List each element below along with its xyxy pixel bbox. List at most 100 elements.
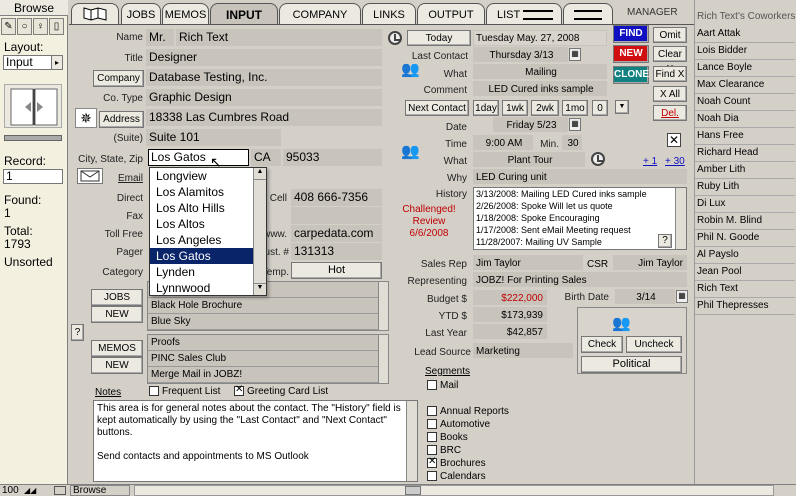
history-box[interactable]: 3/13/2008: Mailing LED Cured inks sample…	[473, 187, 687, 250]
coworker-item[interactable]: Ruby Lith	[695, 179, 795, 196]
city-option-selected[interactable]: Los Gatos	[150, 248, 266, 264]
offset-zero[interactable]: 0	[592, 100, 608, 116]
horizontal-scrollbar[interactable]	[134, 485, 774, 496]
segment-item[interactable]: Automotive	[427, 419, 557, 432]
scroll-down-icon[interactable]: ▼	[254, 283, 266, 295]
checkbox[interactable]	[149, 386, 159, 397]
checkbox[interactable]	[427, 432, 437, 443]
tab-output[interactable]: OUTPUT	[417, 3, 485, 24]
zip-field[interactable]: 95033	[283, 149, 382, 166]
clear-x-button[interactable]: Clear X	[653, 46, 687, 75]
date-field[interactable]: Friday 5/23	[493, 117, 568, 132]
tab-memos[interactable]: MEMOS	[162, 3, 209, 24]
city-dropdown[interactable]: Longview Los Alamitos Los Alto Hills Los…	[149, 167, 267, 296]
segment-item[interactable]: Calendars	[427, 471, 557, 482]
jobs-scrollbar[interactable]	[378, 282, 388, 330]
find-x-button[interactable]: Find X	[653, 66, 687, 82]
temp-value[interactable]: Hot	[291, 262, 382, 279]
ytd-field[interactable]: $173,939	[473, 307, 547, 322]
checkbox[interactable]	[234, 384, 244, 397]
cell-field[interactable]: 408 666-7356	[291, 189, 382, 206]
x-all-button[interactable]: X All	[653, 86, 687, 102]
coworker-item[interactable]: Lois Bidder	[695, 43, 795, 60]
dropdown-scrollbar[interactable]: ▲ ▼	[253, 168, 266, 295]
coworker-item[interactable]: Amber Lith	[695, 162, 795, 179]
tab-company[interactable]: COMPANY	[279, 3, 361, 24]
company-field[interactable]: Database Testing, Inc.	[146, 69, 382, 86]
title-field[interactable]: Designer	[146, 49, 382, 66]
checkbox[interactable]	[427, 406, 437, 417]
company-button[interactable]: Company	[93, 70, 144, 87]
uncheck-button[interactable]: Uncheck	[626, 336, 682, 353]
memos-button[interactable]: MEMOS	[91, 340, 143, 357]
clock-icon[interactable]	[591, 152, 605, 166]
calendar-icon[interactable]: ▦	[676, 290, 688, 303]
suite-field[interactable]: Suite 101	[146, 129, 281, 146]
scroll-up-icon[interactable]: ▲	[254, 168, 266, 180]
city-field[interactable]: Los Gatos	[148, 149, 249, 166]
what-last-field[interactable]: Mailing	[473, 64, 607, 79]
list-item[interactable]: PINC Sales Club	[148, 351, 378, 367]
min-field[interactable]: 30	[562, 135, 582, 150]
list-item[interactable]: Proofs	[148, 335, 378, 351]
cust-field[interactable]: 131313	[291, 243, 382, 260]
tab-list[interactable]: LIST	[486, 3, 562, 24]
segment-item[interactable]: BRC	[427, 445, 557, 458]
coworker-item[interactable]: Aart Attak	[695, 26, 795, 43]
pencil-icon[interactable]: ✎	[1, 18, 16, 35]
city-option[interactable]: Longview	[150, 168, 266, 184]
book-icon[interactable]	[4, 84, 62, 128]
check-button[interactable]: Check	[581, 336, 623, 353]
prefix-field[interactable]: Mr.	[146, 29, 174, 46]
notes-scrollbar[interactable]	[406, 401, 417, 481]
city-option[interactable]: Lynnwood	[150, 280, 266, 296]
political-button[interactable]: Political	[581, 356, 682, 373]
envelope-icon[interactable]	[77, 168, 103, 184]
record-slider[interactable]	[4, 135, 62, 141]
checkbox[interactable]	[427, 380, 437, 391]
segment-item[interactable]: Annual Reports	[427, 406, 557, 419]
coworker-item[interactable]: Lance Boyle	[695, 60, 795, 77]
city-option[interactable]: Los Altos	[150, 216, 266, 232]
bulb-icon[interactable]: ♀	[33, 18, 48, 35]
close-icon[interactable]: ✕	[667, 133, 681, 147]
offset-1wk[interactable]: 1wk	[502, 100, 528, 116]
segment-mail[interactable]: Mail	[427, 380, 458, 391]
menu-icon-tab[interactable]	[563, 3, 613, 24]
today-button[interactable]: Today	[407, 30, 471, 46]
calendar-icon[interactable]: ▦	[569, 48, 581, 61]
checkbox[interactable]	[427, 419, 437, 430]
notes-textarea[interactable]: This area is for general notes about the…	[93, 400, 418, 482]
coworker-item[interactable]: Richard Head	[695, 145, 795, 162]
representing-field[interactable]: JOBZ! For Printing Sales	[473, 272, 687, 287]
offset-2wk[interactable]: 2wk	[531, 100, 559, 116]
coworker-item[interactable]: Di Lux	[695, 196, 795, 213]
tab-links[interactable]: LINKS	[362, 3, 416, 24]
plus-one-link[interactable]: + 1	[643, 156, 657, 167]
sales-rep-field[interactable]: Jim Taylor	[473, 255, 583, 270]
layout-toggle-icon[interactable]	[54, 486, 66, 495]
why-field[interactable]: LED Curing unit	[473, 169, 687, 184]
layout-select[interactable]: Input ▸	[3, 55, 63, 70]
clone-button[interactable]: CLONE	[613, 66, 649, 84]
new-job-button[interactable]: NEW	[91, 306, 143, 323]
list-item[interactable]: Blue Sky	[148, 314, 378, 330]
city-option[interactable]: Los Alto Hills	[150, 200, 266, 216]
tab-input[interactable]: INPUT	[210, 3, 278, 24]
delete-button[interactable]: Del.	[653, 105, 687, 121]
document-icon[interactable]: ▯	[49, 18, 64, 35]
city-option[interactable]: Los Alamitos	[150, 184, 266, 200]
coworker-item[interactable]: Rich Text	[695, 281, 795, 298]
map-icon-tab[interactable]	[71, 3, 119, 24]
record-input[interactable]: 1	[3, 169, 63, 184]
name-field[interactable]: Rich Text	[176, 29, 382, 46]
clock-icon[interactable]	[388, 31, 402, 45]
checkbox[interactable]	[427, 456, 437, 469]
what-next-field[interactable]: Plant Tour	[473, 152, 585, 167]
zoom-icon[interactable]: ◢◢	[24, 486, 36, 495]
coworker-item[interactable]: Phil Thepresses	[695, 298, 795, 315]
memos-scrollbar[interactable]	[378, 335, 388, 383]
jobs-button[interactable]: JOBS	[91, 289, 143, 306]
coworker-item[interactable]: Al Payslo	[695, 247, 795, 264]
find-button[interactable]: FIND	[613, 25, 649, 43]
